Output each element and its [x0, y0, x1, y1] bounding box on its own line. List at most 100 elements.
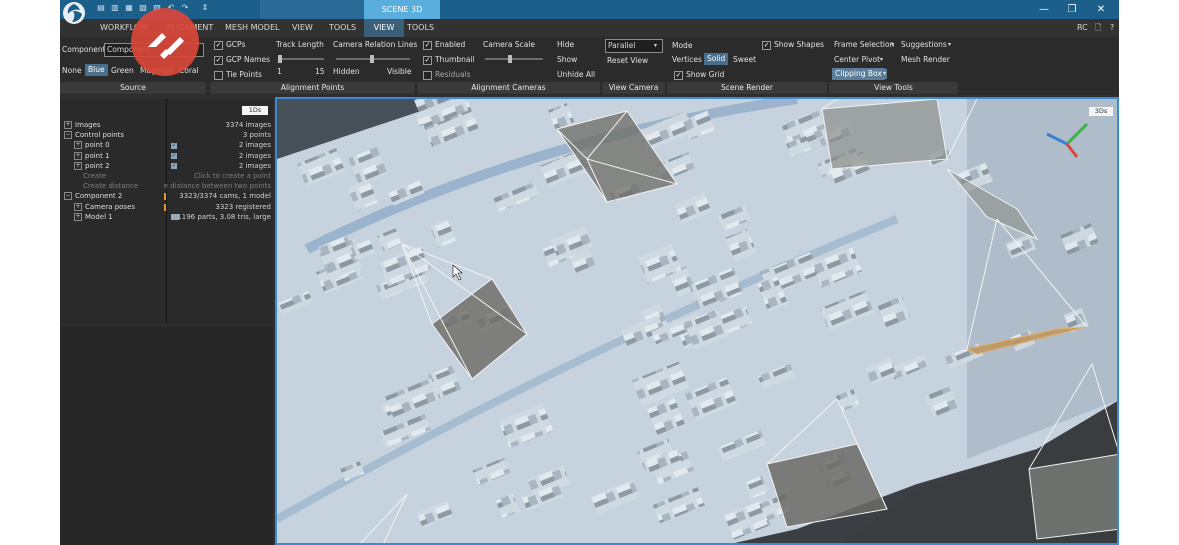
group-view-tools: View Tools: [829, 82, 958, 94]
track-max: 15: [315, 67, 325, 76]
group-source: Source: [60, 82, 206, 94]
camera-frustum-3[interactable]: [821, 99, 948, 170]
show-shapes-checkbox[interactable]: [762, 41, 771, 50]
thumbnail-checkbox[interactable]: [423, 56, 432, 65]
suggestions-chevron-icon[interactable]: ▾: [948, 40, 951, 50]
tab-scene-3d[interactable]: SCENE 3D: [364, 0, 440, 19]
menu-tools-contextual[interactable]: TOOLS: [401, 19, 440, 37]
document-icon[interactable]: 🗋: [1095, 19, 1101, 37]
tree-item[interactable]: + Model 1: [74, 212, 113, 222]
clipping-box-button[interactable]: Clipping Box: [832, 68, 885, 80]
group-view-camera: View Camera: [602, 82, 665, 94]
group-scene-render: Scene Render: [667, 82, 827, 94]
center-pivot-button[interactable]: Center Pivot: [834, 55, 880, 65]
scene-render: [277, 99, 1119, 543]
gcps-checkbox[interactable]: [214, 41, 223, 50]
camera-frustum-7[interactable]: [1028, 454, 1119, 540]
tree-item-value: 2 images: [238, 151, 271, 160]
enabled-checkbox[interactable]: [423, 41, 432, 50]
menu-tools[interactable]: TOOLS: [323, 19, 362, 37]
menu-view[interactable]: VIEW: [286, 19, 319, 37]
expand-toggle-icon[interactable]: +: [64, 121, 72, 129]
tree-badge-1ds[interactable]: 1Ds: [242, 106, 268, 115]
tree-item-value: 3323/3374 cams, 1 model: [179, 192, 271, 201]
expand-toggle-icon[interactable]: −: [64, 131, 72, 140]
tree-item-label: Images: [75, 121, 101, 129]
camera-scale-slider[interactable]: [485, 58, 543, 60]
relation-lines-thumb[interactable]: [370, 55, 374, 63]
help-icon[interactable]: ?: [1110, 19, 1114, 37]
tree-item[interactable]: Create distance: [74, 182, 138, 191]
gcp-names-checkbox[interactable]: [214, 56, 223, 65]
tree-item[interactable]: − Control points: [64, 131, 124, 140]
frame-selection-button[interactable]: Frame Selection: [834, 40, 894, 50]
gcps-label: GCPs: [226, 40, 246, 49]
clipping-box-chevron-icon[interactable]: ▾: [882, 69, 888, 79]
show-grid-checkbox[interactable]: [674, 71, 683, 80]
screen-recording-overlay-icon: [131, 8, 199, 76]
show-grid-label: Show Grid: [686, 70, 725, 79]
restore-button[interactable]: ❐: [1058, 0, 1086, 19]
camera-scale-thumb[interactable]: [508, 55, 512, 63]
minimize-button[interactable]: —: [1030, 0, 1058, 19]
tie-points-checkbox[interactable]: [214, 71, 223, 80]
tree-item-value: Click to create a point: [194, 172, 271, 180]
tree-item[interactable]: + point 0: [74, 141, 110, 150]
expand-toggle-icon[interactable]: +: [74, 151, 82, 160]
tree-item-label: point 2: [85, 161, 110, 170]
viewport-badge-3ds[interactable]: 3Ds: [1089, 107, 1113, 116]
unhide-all-button[interactable]: Unhide All: [557, 70, 595, 80]
layout-2-icon[interactable]: ▥: [110, 3, 120, 12]
model-icon[interactable]: [171, 214, 179, 221]
tree-item[interactable]: + Images: [64, 121, 101, 130]
mode-solid[interactable]: Solid: [704, 53, 729, 65]
point-visibility-checkbox[interactable]: ✓: [171, 153, 177, 160]
center-pivot-chevron-icon[interactable]: ▾: [880, 55, 883, 65]
expand-toggle-icon[interactable]: −: [64, 192, 72, 201]
track-length-slider[interactable]: [278, 58, 324, 60]
pin-icon[interactable]: ⇕: [200, 3, 210, 12]
app-logo-icon[interactable]: [62, 1, 86, 25]
scene-3d-viewport[interactable]: 3Ds: [275, 97, 1119, 545]
residuals-label: Residuals: [435, 70, 471, 79]
residuals-checkbox[interactable]: [423, 71, 432, 80]
group-alignment-cameras: Alignment Cameras: [417, 82, 600, 94]
tree-item[interactable]: + point 1: [74, 151, 110, 161]
reset-view-button[interactable]: Reset View: [607, 56, 648, 66]
chevron-down-icon[interactable]: ▾: [654, 41, 657, 51]
suggestions-button[interactable]: Suggestions: [901, 40, 947, 50]
mode-vertices[interactable]: Vertices: [672, 55, 702, 65]
tie-points-label: Tie Points: [226, 70, 262, 79]
tree-item[interactable]: Create: [74, 172, 106, 181]
color-none[interactable]: None: [62, 66, 82, 76]
track-length-label: Track Length: [276, 40, 324, 49]
tree-item[interactable]: + point 2: [74, 161, 110, 171]
point-visibility-checkbox[interactable]: ✓: [171, 163, 177, 170]
tab-document[interactable]: [260, 0, 364, 19]
hide-button[interactable]: Hide: [557, 40, 574, 50]
track-min: 1: [277, 67, 282, 76]
close-button[interactable]: ✕: [1087, 0, 1115, 19]
show-button[interactable]: Show: [557, 55, 577, 65]
status-marker: [164, 193, 166, 201]
menu-view-contextual[interactable]: VIEW: [364, 19, 404, 37]
track-length-thumb[interactable]: [278, 55, 282, 63]
tree-item-label: Create distance: [83, 182, 139, 191]
frame-selection-chevron-icon[interactable]: ▾: [891, 40, 894, 50]
component-label: Component: [62, 45, 106, 54]
color-blue[interactable]: Blue: [85, 64, 108, 76]
tree-item[interactable]: + Camera poses: [74, 202, 135, 212]
menu-mesh-model[interactable]: MESH MODEL: [219, 19, 285, 37]
tree-item[interactable]: − Component 2: [64, 192, 122, 201]
expand-toggle-icon[interactable]: +: [74, 212, 82, 221]
layout-1-icon[interactable]: ▤: [96, 3, 106, 12]
expand-toggle-icon[interactable]: +: [74, 202, 82, 211]
tree-item-value: 2 images: [238, 141, 271, 150]
menu-bar: WORKFLOW ALIGNMENT MESH MODEL VIEW TOOLS…: [60, 19, 1119, 37]
expand-toggle-icon[interactable]: +: [74, 161, 82, 170]
mesh-render-button[interactable]: Mesh Render: [901, 55, 950, 65]
mode-sweet[interactable]: Sweet: [733, 55, 756, 65]
expand-toggle-icon[interactable]: +: [74, 141, 82, 150]
point-visibility-checkbox[interactable]: ✓: [171, 142, 177, 149]
gcp-names-label: GCP Names: [226, 55, 270, 64]
